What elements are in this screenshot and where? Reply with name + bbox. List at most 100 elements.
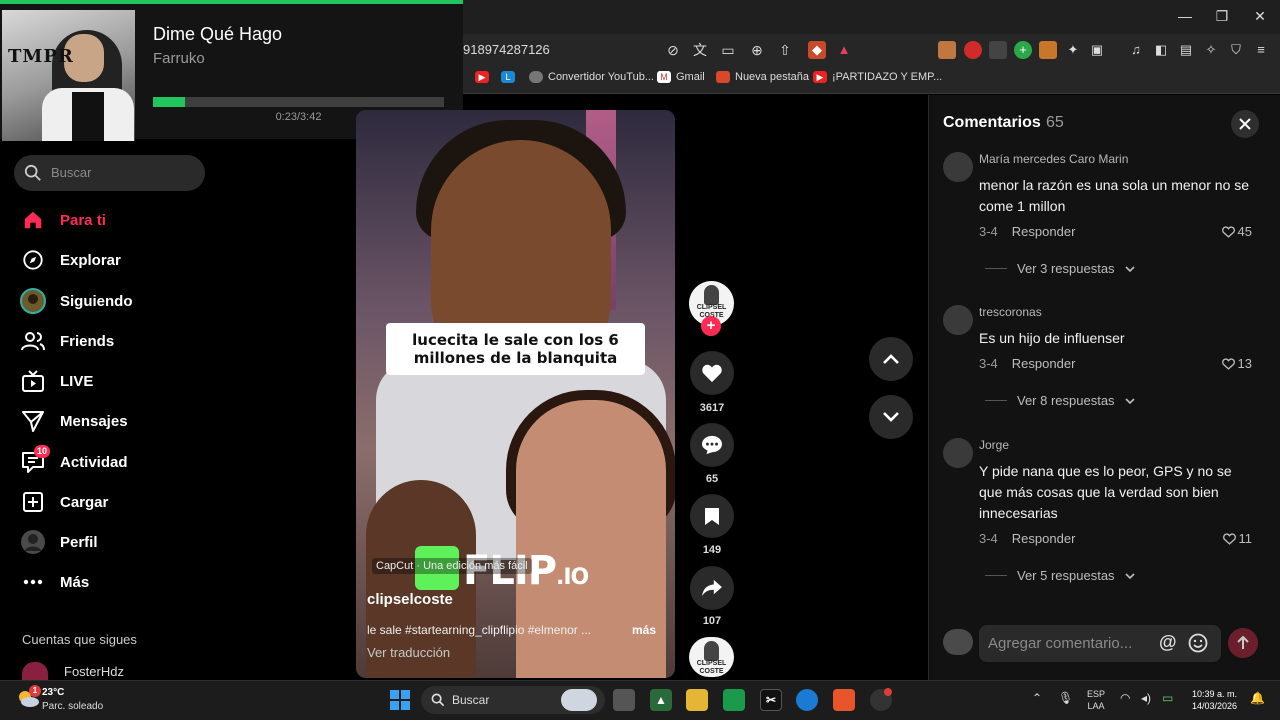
no-translate-icon[interactable]: ⊘ xyxy=(664,41,682,59)
like-count: 3617 xyxy=(699,402,725,414)
notification-bell-icon[interactable]: 🔔 xyxy=(1250,691,1265,705)
sidebar-item-siguiendo[interactable]: Siguiendo xyxy=(20,286,220,316)
following-user-item[interactable]: FosterHdz xyxy=(22,662,124,680)
bookmark-nueva-pestana[interactable]: Nueva pestaña xyxy=(716,71,809,83)
sidebar-item-cargar[interactable]: Cargar xyxy=(20,487,220,517)
sidebar-item-explorar[interactable]: Explorar xyxy=(20,245,220,275)
bookmark-youtube[interactable]: ▶ xyxy=(475,71,489,83)
windows-start-icon[interactable] xyxy=(390,690,410,710)
bookmark-partidazo[interactable]: ▶ ¡PARTIDAZO Y EMP... xyxy=(813,71,942,83)
sidebar-toggle-icon[interactable]: ▣ xyxy=(1088,41,1106,59)
follow-button[interactable]: + xyxy=(701,316,721,336)
share-icon[interactable]: ⇧ xyxy=(776,41,794,59)
reply-button[interactable]: Responder xyxy=(1012,356,1076,371)
task-view-icon[interactable] xyxy=(613,689,635,711)
share-button[interactable] xyxy=(690,566,734,610)
brave-rewards-icon[interactable]: ▲ xyxy=(835,41,853,59)
extension-4-icon[interactable]: + xyxy=(1014,41,1032,59)
brave-shield-icon[interactable]: ◆ xyxy=(808,41,826,59)
sidebar-item-mensajes[interactable]: Mensajes xyxy=(20,406,220,436)
comment-like-button[interactable]: 13 xyxy=(1210,356,1252,371)
comment-author[interactable]: María mercedes Caro Marin xyxy=(979,152,1128,166)
wallet-icon[interactable]: ▤ xyxy=(1177,41,1195,59)
menu-icon[interactable]: ≡ xyxy=(1252,41,1270,59)
media-icon[interactable]: ♫ xyxy=(1127,41,1145,59)
comment-like-button[interactable]: 45 xyxy=(1210,224,1252,239)
tray-chevron-icon[interactable]: ⌃ xyxy=(1032,691,1042,705)
split-view-icon[interactable]: ◧ xyxy=(1152,41,1170,59)
vpn-shield-icon[interactable]: ⛉ xyxy=(1227,41,1245,59)
language-indicator[interactable]: ESP LAA xyxy=(1087,688,1105,712)
song-progress-bar[interactable] xyxy=(153,97,444,107)
translate-link[interactable]: Ver traducción xyxy=(367,645,450,660)
view-replies-button[interactable]: Ver 8 respuestas xyxy=(985,393,1135,408)
sidebar-item-más[interactable]: Más xyxy=(20,567,220,597)
comments-count: 65 xyxy=(1046,114,1064,131)
next-video-button[interactable] xyxy=(869,395,913,439)
close-comments-button[interactable] xyxy=(1231,110,1259,138)
view-replies-button[interactable]: Ver 3 respuestas xyxy=(985,261,1135,276)
close-window-button[interactable]: ✕ xyxy=(1250,6,1270,26)
emoji-icon[interactable] xyxy=(1188,633,1208,653)
extension-3-icon[interactable] xyxy=(989,41,1007,59)
sidebar-item-para-ti[interactable]: Para ti xyxy=(20,205,220,235)
description-more-link[interactable]: más xyxy=(632,623,656,637)
comment-button[interactable] xyxy=(690,423,734,467)
minecraft-icon[interactable]: ▲ xyxy=(650,689,672,711)
search-highlight-icon xyxy=(561,689,597,711)
reply-button[interactable]: Responder xyxy=(1012,224,1076,239)
comment-input[interactable]: Agregar comentario... @ xyxy=(979,625,1221,662)
search-input[interactable]: Buscar xyxy=(14,155,205,191)
sidebar-item-perfil[interactable]: Perfil xyxy=(20,527,220,557)
sound-creator-avatar[interactable]: CLIPSEL COSTE xyxy=(689,637,734,677)
send-comment-button[interactable] xyxy=(1228,628,1258,658)
file-explorer-icon[interactable] xyxy=(686,689,708,711)
extension-5-icon[interactable] xyxy=(1039,41,1057,59)
comment-like-button[interactable]: 11 xyxy=(1210,531,1252,546)
previous-video-button[interactable] xyxy=(869,337,913,381)
cast-icon[interactable]: ▭ xyxy=(719,41,737,59)
taskbar-search[interactable]: Buscar xyxy=(421,686,605,714)
comment-author[interactable]: Jorge xyxy=(979,438,1009,452)
system-clock[interactable]: 10:39 a. m. 14/03/2026 xyxy=(1189,688,1237,712)
avatar[interactable] xyxy=(943,152,973,182)
xbox-icon[interactable] xyxy=(723,689,745,711)
extension-1-icon[interactable] xyxy=(938,41,956,59)
bookmark-convertidor[interactable]: Convertidor YouTub... xyxy=(529,71,654,83)
chevron-down-icon xyxy=(883,412,899,422)
volume-icon[interactable]: ◂) xyxy=(1141,691,1151,705)
bookmark-gmail[interactable]: M Gmail xyxy=(657,71,705,83)
zoom-icon[interactable]: ⊕ xyxy=(748,41,766,59)
brave-icon[interactable] xyxy=(833,689,855,711)
sidebar-item-actividad[interactable]: 10 Actividad xyxy=(20,445,220,477)
sidebar-item-friends[interactable]: Friends xyxy=(20,326,220,356)
view-replies-button[interactable]: Ver 5 respuestas xyxy=(985,568,1135,583)
mention-button[interactable]: @ xyxy=(1159,632,1177,653)
weather-condition[interactable]: Parc. soleado xyxy=(42,701,103,712)
weather-temperature[interactable]: 23°C xyxy=(42,687,64,698)
address-bar-url[interactable]: 918974287126 xyxy=(463,42,550,57)
minimize-button[interactable]: — xyxy=(1175,6,1195,26)
comment-icon xyxy=(702,435,722,455)
comment-date: 3-4 xyxy=(979,224,998,239)
avatar[interactable] xyxy=(943,438,973,468)
wifi-icon[interactable]: ◠ xyxy=(1120,691,1130,705)
save-button[interactable] xyxy=(690,494,734,538)
avatar[interactable] xyxy=(943,305,973,335)
bookmark-l[interactable]: L xyxy=(501,71,515,83)
maximize-button[interactable]: ❐ xyxy=(1212,6,1232,26)
capcut-label[interactable]: CapCut · Una edición más fácil xyxy=(372,558,532,574)
extensions-puzzle-icon[interactable]: ✦ xyxy=(1064,41,1082,59)
leo-ai-icon[interactable]: ✧ xyxy=(1202,41,1220,59)
like-button[interactable] xyxy=(690,351,734,395)
reply-button[interactable]: Responder xyxy=(1012,531,1076,546)
battery-icon[interactable]: ▭ xyxy=(1162,691,1173,705)
microphone-icon[interactable]: 🎙 xyxy=(1058,691,1073,705)
edge-icon[interactable] xyxy=(796,689,818,711)
video-username[interactable]: clipselcoste xyxy=(367,591,453,608)
sidebar-item-live[interactable]: LIVE xyxy=(20,366,220,396)
capcut-app-icon[interactable]: ✂ xyxy=(760,689,782,711)
extension-2-icon[interactable] xyxy=(964,41,982,59)
translate-icon[interactable]: 文 xyxy=(691,41,709,59)
comment-author[interactable]: trescoronas xyxy=(979,305,1042,319)
